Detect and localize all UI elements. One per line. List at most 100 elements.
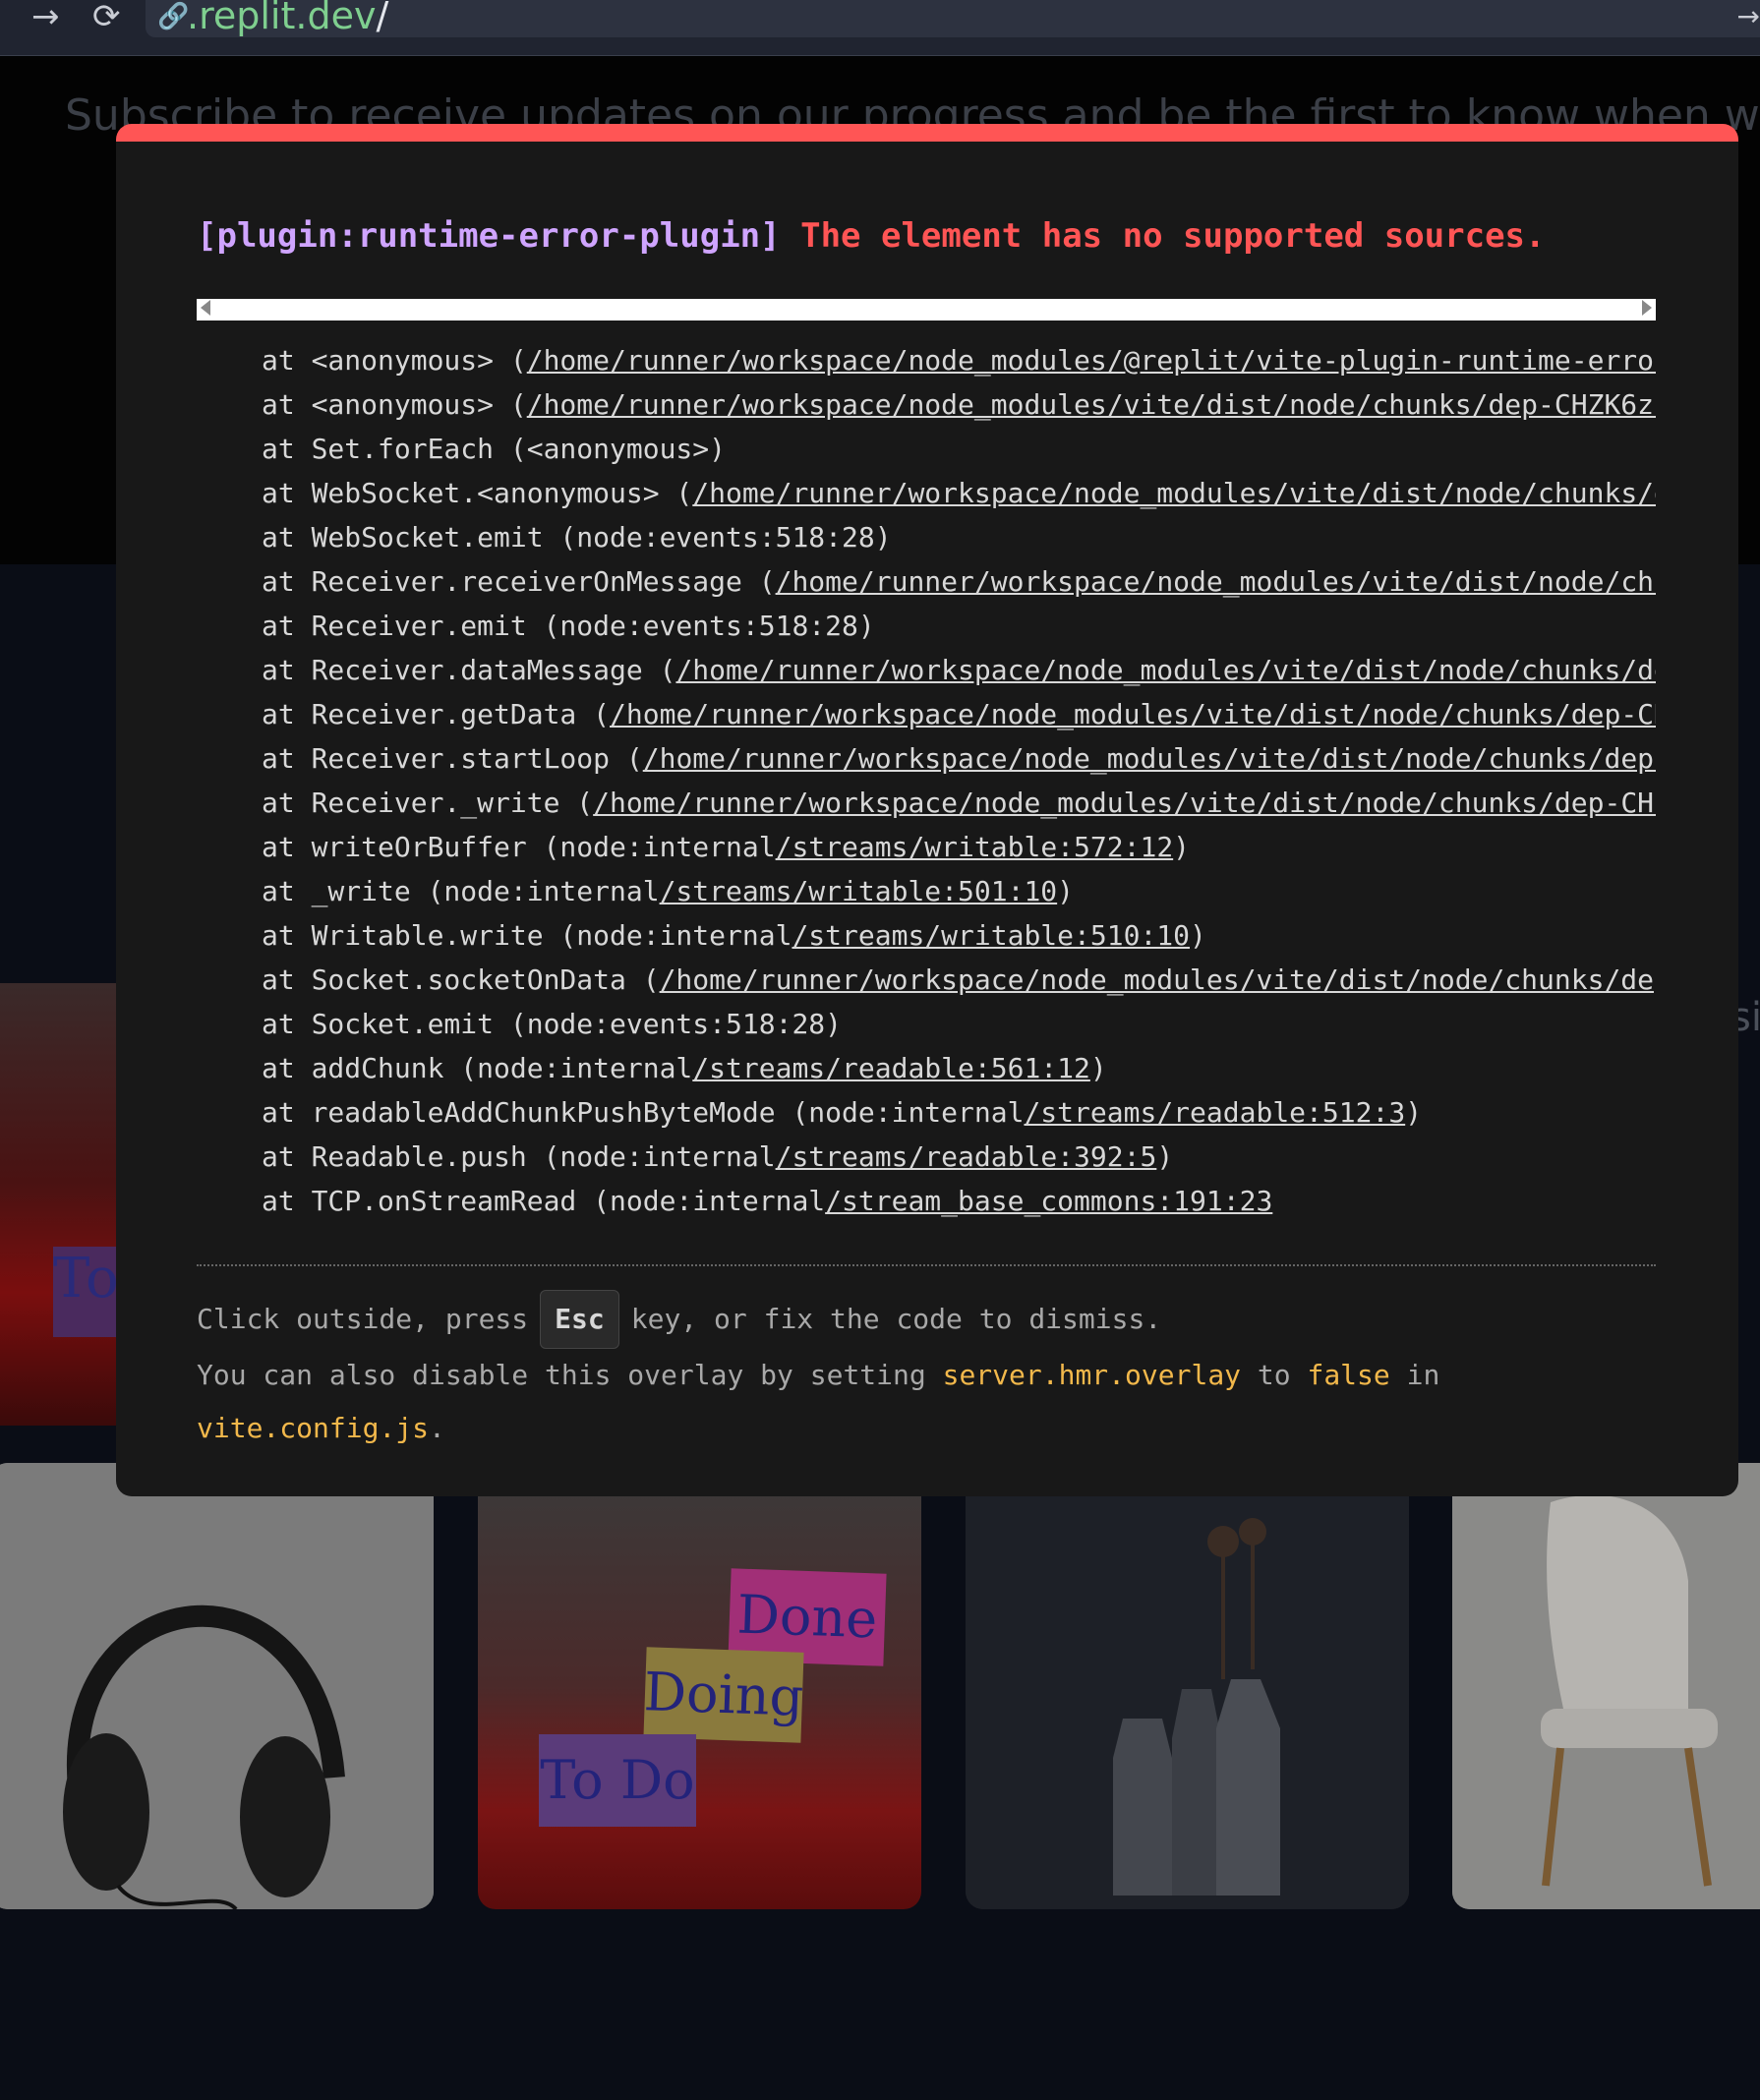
scroll-right-icon[interactable]	[1642, 300, 1652, 316]
error-plugin: [plugin:runtime-error-plugin]	[197, 216, 781, 256]
sticky-note-doing: Doing	[643, 1647, 804, 1743]
stack-suffix: )	[1156, 1140, 1174, 1173]
stack-line: at <anonymous> (/home/runner/workspace/n…	[197, 382, 1656, 427]
stack-call: at Receiver.getData (	[262, 698, 611, 730]
stack-call: at Receiver.dataMessage (	[262, 654, 676, 686]
stack-file-link[interactable]: /home/runner/workspace/node_modules/vite…	[610, 698, 1656, 730]
stack-trace: at <anonymous> (/home/runner/workspace/n…	[197, 338, 1656, 1223]
stack-file-link[interactable]: /stream_base_commons:191:23	[825, 1185, 1272, 1217]
stack-call: at TCP.onStreamRead (node:internal	[262, 1185, 826, 1217]
stack-line: at addChunk (node:internal/streams/reada…	[197, 1046, 1656, 1090]
product-card-vases[interactable]	[966, 1463, 1409, 1909]
stack-line: at Socket.emit (node:events:518:28)	[197, 1002, 1656, 1046]
product-card-headphones[interactable]	[0, 1463, 434, 1909]
stack-call: at addChunk (node:internal	[262, 1052, 693, 1084]
stack-file-link[interactable]: /home/runner/workspace/node_modules/vite…	[643, 742, 1656, 775]
error-title: [plugin:runtime-error-plugin] The elemen…	[197, 216, 1546, 256]
link-icon: 🔗	[157, 2, 190, 31]
config-file: vite.config.js	[197, 1412, 430, 1444]
stack-file-link[interactable]: /home/runner/workspace/node_modules/vite…	[776, 565, 1656, 598]
stack-line: at WebSocket.<anonymous> (/home/runner/w…	[197, 471, 1656, 515]
carousel-image-partial[interactable]: To	[0, 983, 122, 1426]
stack-call: at WebSocket.<anonymous> (	[262, 477, 693, 509]
stack-file-link[interactable]: /home/runner/workspace/node_modules/vite…	[692, 477, 1656, 509]
stack-file-link[interactable]: /home/runner/workspace/node_modules/vite…	[527, 388, 1656, 421]
stack-file-link[interactable]: /streams/readable:561:12	[692, 1052, 1090, 1084]
stack-suffix: )	[1405, 1096, 1423, 1129]
stack-file-link[interactable]: /streams/readable:512:3	[1024, 1096, 1405, 1129]
stack-suffix: )	[1057, 875, 1075, 907]
stack-call: at writeOrBuffer (node:internal	[262, 831, 776, 863]
setting-name: server.hmr.overlay	[942, 1359, 1242, 1391]
stack-call: at readableAddChunkPushByteMode (node:in…	[262, 1096, 1025, 1129]
chair-image	[1452, 1463, 1760, 1909]
tip-text: to	[1257, 1359, 1291, 1391]
sticky-note: To	[53, 1247, 122, 1337]
stack-line: at Receiver.getData (/home/runner/worksp…	[197, 692, 1656, 736]
vases-image	[966, 1463, 1409, 1909]
stack-call: at Receiver.receiverOnMessage (	[262, 565, 776, 598]
tip-text: .	[429, 1412, 445, 1444]
stack-call: at WebSocket.emit (node:events:518:28)	[262, 521, 892, 554]
stack-file-link[interactable]: /streams/writable:510:10	[792, 919, 1190, 952]
reload-icon[interactable]: ⟳	[92, 0, 121, 33]
stack-line: at Receiver.emit (node:events:518:28)	[197, 604, 1656, 648]
address-bar[interactable]: 🔗 .replit.dev/	[146, 0, 1760, 37]
divider	[197, 1264, 1656, 1266]
stack-call: at Socket.socketOnData (	[262, 963, 660, 996]
stack-call: at <anonymous> (	[262, 388, 527, 421]
stack-call: at <anonymous> (	[262, 344, 527, 377]
stack-line: at readableAddChunkPushByteMode (node:in…	[197, 1090, 1656, 1135]
stack-suffix: )	[1089, 1052, 1107, 1084]
browser-toolbar: → ⟳ 🔗 .replit.dev/ →	[0, 0, 1760, 56]
stack-line: at writeOrBuffer (node:internal/streams/…	[197, 825, 1656, 869]
forward-icon[interactable]: →	[31, 0, 60, 33]
stack-file-link[interactable]: /home/runner/workspace/node_modules/vite…	[675, 654, 1656, 686]
stack-suffix: )	[1173, 831, 1191, 863]
stack-call: at Receiver._write (	[262, 787, 594, 819]
product-card-chair[interactable]	[1452, 1463, 1760, 1909]
arrow-icon[interactable]: →	[1737, 0, 1760, 32]
stack-line: at TCP.onStreamRead (node:internal/strea…	[197, 1179, 1656, 1223]
stack-suffix: )	[1190, 919, 1206, 952]
tip-text: You can also disable this overlay by set…	[197, 1359, 926, 1391]
stack-file-link[interactable]: /streams/readable:392:5	[776, 1140, 1157, 1173]
stack-file-link[interactable]: /streams/writable:572:12	[776, 831, 1174, 863]
stack-line: at Receiver.receiverOnMessage (/home/run…	[197, 559, 1656, 604]
url-text: .replit.dev/	[187, 0, 388, 37]
horizontal-scrollbar[interactable]	[197, 299, 1656, 321]
url-path: /	[376, 0, 389, 37]
stack-file-link[interactable]: /home/runner/workspace/node_modules/vite…	[593, 787, 1656, 819]
stack-line: at Receiver.startLoop (/home/runner/work…	[197, 736, 1656, 781]
stack-call: at Writable.write (node:internal	[262, 919, 792, 952]
scroll-left-icon[interactable]	[201, 300, 210, 316]
sticky-note-todo: To Do	[539, 1734, 696, 1827]
stack-file-link[interactable]: /streams/writable:501:10	[660, 875, 1058, 907]
url-domain: .replit.dev	[187, 0, 377, 37]
stack-line: at Receiver._write (/home/runner/workspa…	[197, 781, 1656, 825]
stack-line: at Receiver.dataMessage (/home/runner/wo…	[197, 648, 1656, 692]
stack-call: at _write (node:internal	[262, 875, 660, 907]
stack-file-link[interactable]: /home/runner/workspace/node_modules/vite…	[660, 963, 1656, 996]
setting-value: false	[1307, 1359, 1390, 1391]
stack-line: at WebSocket.emit (node:events:518:28)	[197, 515, 1656, 559]
stack-file-link[interactable]: /home/runner/workspace/node_modules/@rep…	[527, 344, 1656, 377]
tip-text: in	[1406, 1359, 1440, 1391]
esc-key: Esc	[540, 1290, 619, 1349]
product-card-sticky-notes[interactable]: Done Doing To Do	[478, 1463, 921, 1909]
headphones-image	[0, 1463, 434, 1909]
stack-line: at Readable.push (node:internal/streams/…	[197, 1135, 1656, 1179]
stack-call: at Set.forEach (<anonymous>)	[262, 433, 727, 465]
error-overlay: [plugin:runtime-error-plugin] The elemen…	[116, 124, 1738, 1496]
error-message: The element has no supported sources.	[800, 216, 1546, 256]
stack-line: at Writable.write (node:internal/streams…	[197, 913, 1656, 958]
stack-line: at Socket.socketOnData (/home/runner/wor…	[197, 958, 1656, 1002]
stack-line: at Set.forEach (<anonymous>)	[197, 427, 1656, 471]
tip-text: key, or fix the code to dismiss.	[630, 1303, 1162, 1335]
stack-call: at Receiver.emit (node:events:518:28)	[262, 610, 875, 642]
stack-call: at Readable.push (node:internal	[262, 1140, 776, 1173]
stack-call: at Socket.emit (node:events:518:28)	[262, 1008, 843, 1040]
dismiss-tip: Click outside, press Esc key, or fix the c…	[197, 1290, 1656, 1455]
stack-line: at <anonymous> (/home/runner/workspace/n…	[197, 338, 1656, 382]
stack-call: at Receiver.startLoop (	[262, 742, 643, 775]
